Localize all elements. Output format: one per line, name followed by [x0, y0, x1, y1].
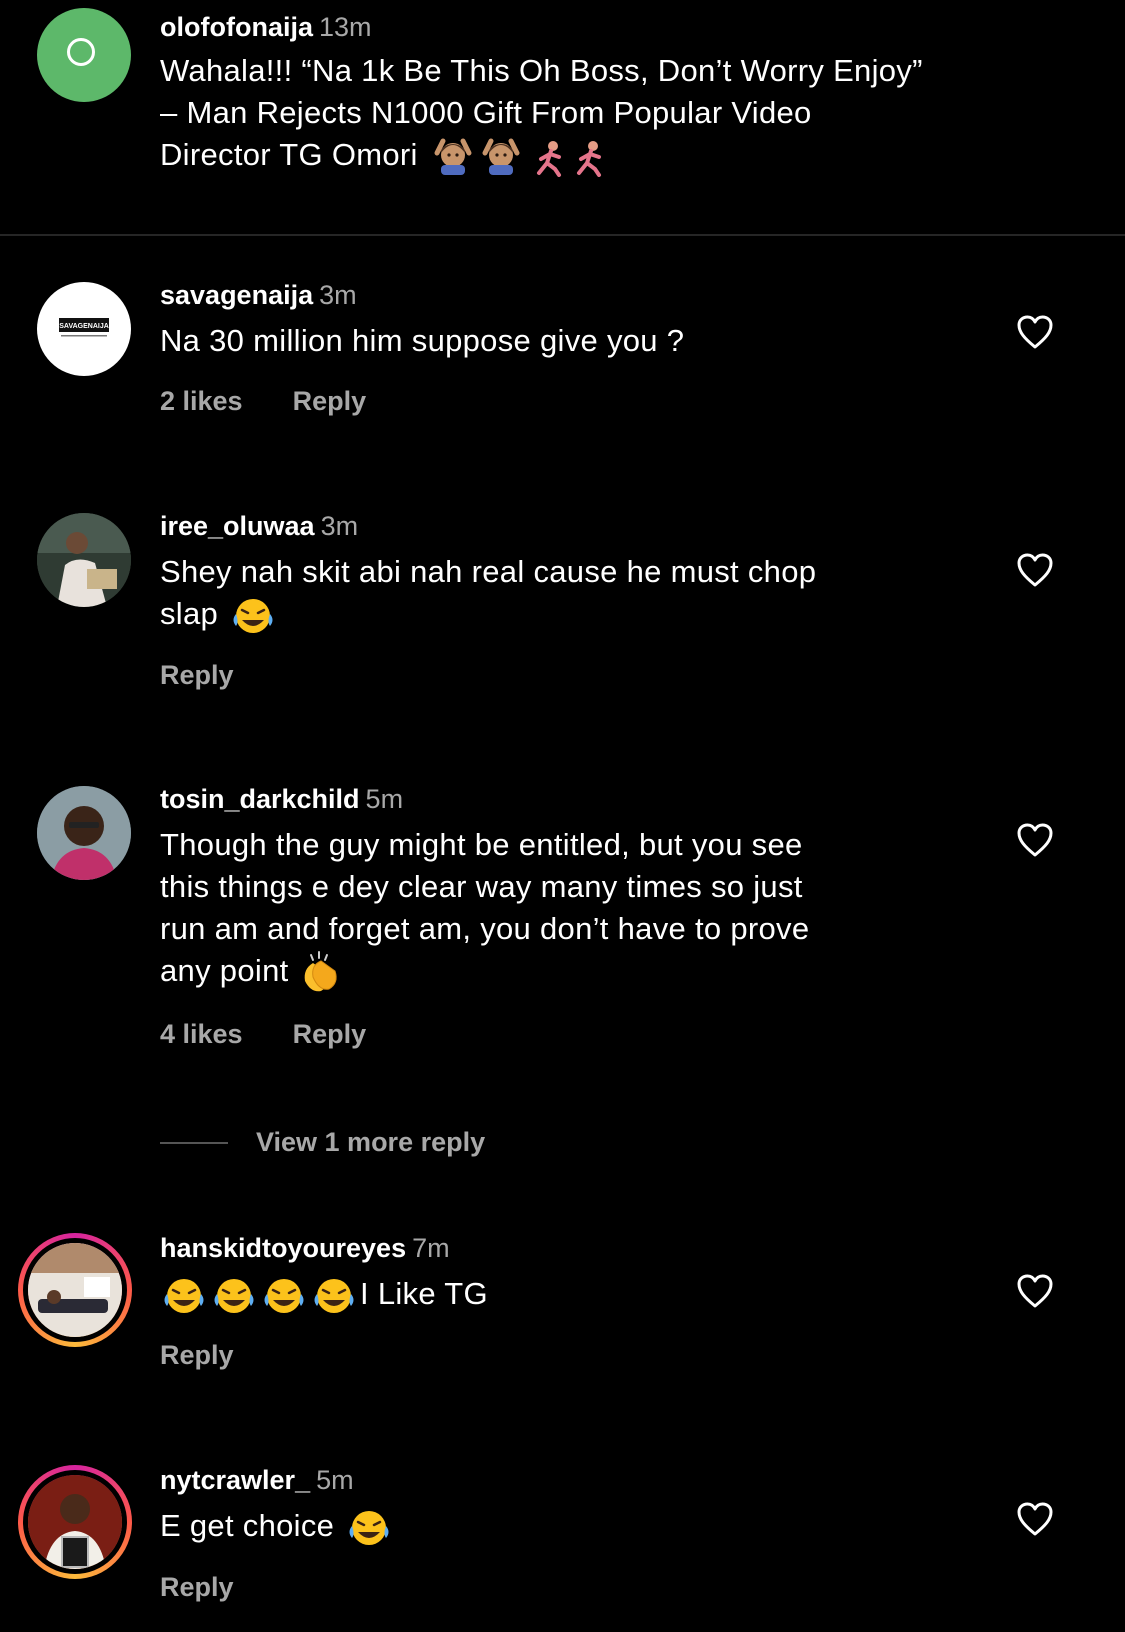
- heart-icon[interactable]: [1016, 822, 1054, 858]
- comment-username[interactable]: nytcrawler_: [160, 1465, 310, 1495]
- avatar[interactable]: [37, 513, 131, 607]
- caption-header: olofofonaija 13m: [160, 10, 1080, 44]
- comment-username[interactable]: savagenaija: [160, 280, 313, 310]
- comment-header: nytcrawler_ 5m: [160, 1463, 970, 1497]
- comment-actions: Reply: [160, 1338, 970, 1372]
- avatar-story-ring[interactable]: [18, 1465, 132, 1579]
- comment-text-line-with-emoji: slap: [160, 593, 970, 636]
- caption-username[interactable]: olofofonaija: [160, 12, 313, 42]
- comment-time: 3m: [319, 280, 357, 310]
- reply-button[interactable]: Reply: [160, 660, 234, 690]
- comment-text: slap: [160, 596, 219, 631]
- comment-text-line: this things e dey clear way many times s…: [160, 869, 803, 904]
- circle-icon: [67, 38, 95, 66]
- tears-of-joy-emoji: [314, 1278, 354, 1313]
- avatar: [23, 1470, 127, 1574]
- clapping-hands-emoji: [305, 950, 338, 992]
- caption-emoji-group: [434, 138, 601, 177]
- comment-header: savagenaija 3m: [160, 278, 970, 312]
- caption-text-line-with-emoji: Director TG Omori: [160, 134, 1080, 177]
- comment-username[interactable]: tosin_darkchild: [160, 784, 360, 814]
- heart-icon[interactable]: [1016, 1501, 1054, 1537]
- reply-button[interactable]: Reply: [293, 386, 367, 416]
- comment-time: 3m: [320, 511, 359, 541]
- caption-divider: [0, 234, 1125, 236]
- comment-text-line: Though the guy might be entitled, but yo…: [160, 827, 803, 862]
- tears-of-joy-emoji: [349, 1510, 389, 1545]
- view-more-replies-label[interactable]: View 1 more reply: [256, 1125, 485, 1159]
- avatar-logo-text: SAVAGENAIJA: [59, 323, 109, 330]
- comment-body: iree_oluwaa 3m Shey nah skit abi nah real…: [160, 509, 970, 692]
- comment-username[interactable]: iree_oluwaa: [160, 511, 315, 541]
- person-gesturing-ok-emoji: [482, 138, 520, 175]
- user-photo: [28, 1475, 122, 1569]
- comment-text: I Like TG: [360, 1276, 488, 1311]
- comment-header: iree_oluwaa 3m: [160, 509, 970, 543]
- comment-actions: 2 likes Reply: [160, 384, 970, 418]
- comment-time: 5m: [316, 1465, 354, 1495]
- comment-text-line-with-emoji: any point: [160, 950, 970, 995]
- reply-button[interactable]: Reply: [293, 1019, 367, 1049]
- comment-username[interactable]: hanskidtoyoureyes: [160, 1233, 406, 1263]
- likes-count[interactable]: 4 likes: [160, 1019, 243, 1049]
- heart-icon[interactable]: [1016, 1273, 1054, 1309]
- person-running-emoji: [576, 140, 601, 177]
- comment-text-line-with-emoji: I Like TG: [160, 1273, 970, 1316]
- comment-time: 5m: [365, 784, 404, 814]
- user-photo: [37, 786, 131, 880]
- post-caption: olofofonaija 13m Wahala!!! “Na 1k Be This…: [0, 0, 1125, 234]
- caption-text: Director TG Omori: [160, 137, 418, 172]
- comment-body: nytcrawler_ 5m E get choice Reply: [160, 1463, 970, 1604]
- reply-button[interactable]: Reply: [160, 1572, 234, 1602]
- comment-text: Na 30 million him suppose give you ?: [160, 323, 685, 358]
- tears-of-joy-emoji-group: [164, 1278, 354, 1313]
- tears-of-joy-emoji: [214, 1278, 254, 1313]
- heart-icon[interactable]: [1016, 552, 1054, 588]
- likes-count[interactable]: 2 likes: [160, 386, 243, 416]
- savagenaija-logo: SAVAGENAIJA: [59, 318, 109, 337]
- comment-text: E get choice: [160, 1508, 335, 1543]
- comment-actions: Reply: [160, 658, 970, 692]
- comment-text-line: Shey nah skit abi nah real cause he must…: [160, 554, 817, 589]
- caption-avatar[interactable]: [37, 8, 131, 102]
- heart-icon[interactable]: [1016, 314, 1054, 350]
- caption-text-line: – Man Rejects N1000 Gift From Popular Vi…: [160, 95, 812, 130]
- comment-body: tosin_darkchild 5m Though the guy might b…: [160, 782, 970, 1051]
- comment-actions: 4 likes Reply: [160, 1017, 970, 1051]
- caption-time: 13m: [318, 12, 372, 42]
- comment-text-line: run am and forget am, you don’t have to …: [160, 911, 810, 946]
- user-photo: [37, 513, 131, 607]
- avatar-story-ring[interactable]: [18, 1233, 132, 1347]
- caption-text-line: Wahala!!! “Na 1k Be This Oh Boss, Don’t …: [160, 53, 923, 88]
- comment-actions: Reply: [160, 1570, 970, 1604]
- comment-text: any point: [160, 953, 289, 988]
- comment-header: hanskidtoyoureyes 7m: [160, 1231, 970, 1265]
- comment-time: 7m: [412, 1233, 450, 1263]
- caption-body: olofofonaija 13m Wahala!!! “Na 1k Be This…: [160, 10, 1080, 177]
- avatar: [23, 1238, 127, 1342]
- comment-body: hanskidtoyoureyes 7m I Like TG Reply: [160, 1231, 970, 1372]
- comment-body: savagenaija 3m Na 30 million him suppose …: [160, 278, 970, 418]
- comment-header: tosin_darkchild 5m: [160, 782, 970, 816]
- tears-of-joy-emoji: [164, 1278, 204, 1313]
- tears-of-joy-emoji: [233, 598, 273, 633]
- person-gesturing-ok-emoji: [434, 138, 472, 175]
- avatar[interactable]: SAVAGENAIJA: [37, 282, 131, 376]
- avatar[interactable]: [37, 786, 131, 880]
- tears-of-joy-emoji: [264, 1278, 304, 1313]
- reply-button[interactable]: Reply: [160, 1340, 234, 1370]
- view-more-divider: [160, 1142, 228, 1144]
- comment-text-line-with-emoji: E get choice: [160, 1505, 970, 1548]
- person-running-emoji: [536, 140, 561, 177]
- user-photo: [28, 1243, 122, 1337]
